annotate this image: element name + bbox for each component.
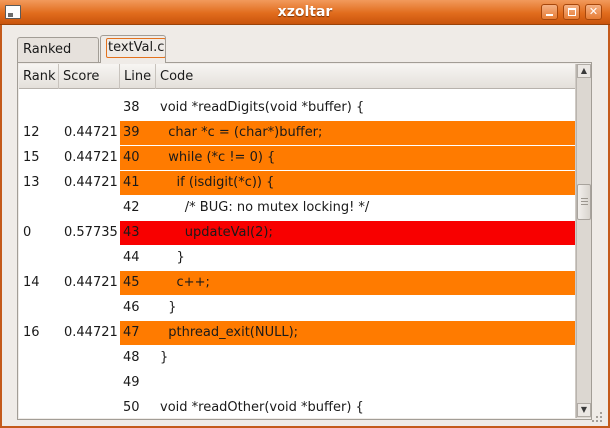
table-row[interactable]: 16 0.44721 47 pthread_exit(NULL); — [19, 321, 575, 346]
minimize-icon — [546, 14, 553, 16]
line-number-cell: 38 — [123, 100, 140, 115]
rank-cell: 0 — [23, 225, 32, 240]
table-row[interactable]: 48} — [19, 346, 575, 371]
code-cell: updateVal(2); — [156, 221, 575, 245]
rank-cell — [23, 346, 57, 370]
column-header-score[interactable]: Score — [59, 64, 120, 89]
rank-cell — [23, 396, 57, 418]
scrollbar-thumb[interactable] — [577, 184, 591, 220]
line-number-cell: 41 — [120, 171, 156, 195]
table-row[interactable]: 44 } — [19, 246, 575, 271]
tab-ranked-list[interactable]: Ranked List — [17, 37, 99, 81]
code-cell: } — [160, 350, 169, 365]
maximize-icon — [568, 8, 576, 16]
score-cell: 0.44721 — [64, 125, 118, 140]
score-cell: 0.44721 — [64, 150, 118, 165]
rank-cell — [23, 371, 57, 395]
rank-cell — [23, 296, 57, 320]
source-table[interactable]: Rank Score Line Code 38 void *readDigits(… — [19, 64, 576, 418]
table-row[interactable]: 14 0.44721 45 c++; — [19, 271, 575, 296]
score-cell — [64, 396, 120, 418]
rank-cell: 15 — [23, 150, 40, 165]
table-row[interactable]: 38 void *readDigits(void *buffer) { — [19, 96, 575, 121]
score-cell — [64, 96, 120, 120]
close-button[interactable]: ✕ — [585, 4, 602, 20]
maximize-button[interactable] — [563, 4, 580, 20]
vertical-scrollbar[interactable]: ▲ ▼ — [576, 64, 591, 418]
table-row[interactable]: 0 0.57735 43 updateVal(2); — [19, 221, 575, 246]
rank-cell: 14 — [23, 275, 40, 290]
line-number-cell: 42 — [123, 200, 140, 215]
minimize-button[interactable] — [541, 4, 558, 20]
code-cell: } — [160, 300, 177, 315]
line-number-cell: 46 — [123, 300, 140, 315]
line-number-cell: 48 — [123, 350, 140, 365]
app-window-icon[interactable] — [5, 5, 21, 19]
code-cell: void *readOther(void *buffer) { — [160, 400, 364, 415]
score-cell: 0.44721 — [64, 325, 118, 340]
column-header-code[interactable]: Code — [156, 64, 575, 89]
table-row[interactable]: 13 0.44721 41 if (isdigit(*c)) { — [19, 171, 575, 196]
scroll-up-button[interactable]: ▲ — [577, 64, 591, 78]
column-header-line[interactable]: Line — [120, 64, 156, 89]
score-cell: 0.44721 — [64, 175, 118, 190]
score-cell — [64, 296, 120, 320]
table-row[interactable]: 46 } — [19, 296, 575, 321]
rank-cell: 16 — [23, 325, 40, 340]
line-number-cell: 49 — [123, 375, 140, 390]
code-cell: char *c = (char*)buffer; — [156, 121, 575, 145]
table-row[interactable]: 42 /* BUG: no mutex locking! */ — [19, 196, 575, 221]
score-cell — [64, 346, 120, 370]
score-cell: 0.44721 — [64, 275, 118, 290]
code-cell: while (*c != 0) { — [156, 146, 575, 170]
code-cell — [156, 371, 575, 395]
column-header-rank[interactable]: Rank — [19, 64, 59, 89]
rank-cell — [23, 96, 57, 120]
line-number-cell: 50 — [123, 400, 140, 415]
score-cell: 0.57735 — [64, 225, 118, 240]
table-row[interactable]: 50 void *readOther(void *buffer) { — [19, 396, 575, 418]
rank-cell: 12 — [23, 125, 40, 140]
code-cell: } — [160, 250, 185, 265]
table-body: 38 void *readDigits(void *buffer) { 12 0.44… — [19, 96, 575, 418]
score-cell — [64, 246, 120, 270]
window-titlebar[interactable]: xzoltar ✕ — [0, 0, 610, 25]
resize-grip-icon[interactable] — [590, 410, 604, 424]
table-header: Rank Score Line Code — [19, 64, 575, 89]
tab-label: textVal.c — [106, 38, 165, 58]
code-cell: pthread_exit(NULL); — [156, 321, 575, 345]
window-border-left — [0, 25, 2, 428]
rank-cell — [23, 196, 57, 220]
line-number-cell: 45 — [120, 271, 156, 295]
line-number-cell: 39 — [120, 121, 156, 145]
close-icon: ✕ — [588, 5, 599, 18]
table-row[interactable]: 15 0.44721 40 while (*c != 0) { — [19, 146, 575, 171]
code-cell: /* BUG: no mutex locking! */ — [160, 200, 370, 215]
code-cell: if (isdigit(*c)) { — [156, 171, 575, 195]
line-number-cell: 44 — [123, 250, 140, 265]
window-title: xzoltar — [277, 4, 333, 20]
code-cell: c++; — [156, 271, 575, 295]
rank-cell: 13 — [23, 175, 40, 190]
line-number-cell: 43 — [120, 221, 156, 245]
tab-textval-c[interactable]: textVal.c — [100, 35, 166, 63]
score-cell — [64, 371, 120, 395]
score-cell — [64, 196, 120, 220]
line-number-cell: 47 — [120, 321, 156, 345]
code-cell: void *readDigits(void *buffer) { — [160, 100, 365, 115]
scroll-down-button[interactable]: ▼ — [577, 403, 591, 417]
line-number-cell: 40 — [120, 146, 156, 170]
rank-cell — [23, 246, 57, 270]
table-row[interactable]: 12 0.44721 39 char *c = (char*)buffer; — [19, 121, 575, 146]
table-row[interactable]: 49 — [19, 371, 575, 396]
